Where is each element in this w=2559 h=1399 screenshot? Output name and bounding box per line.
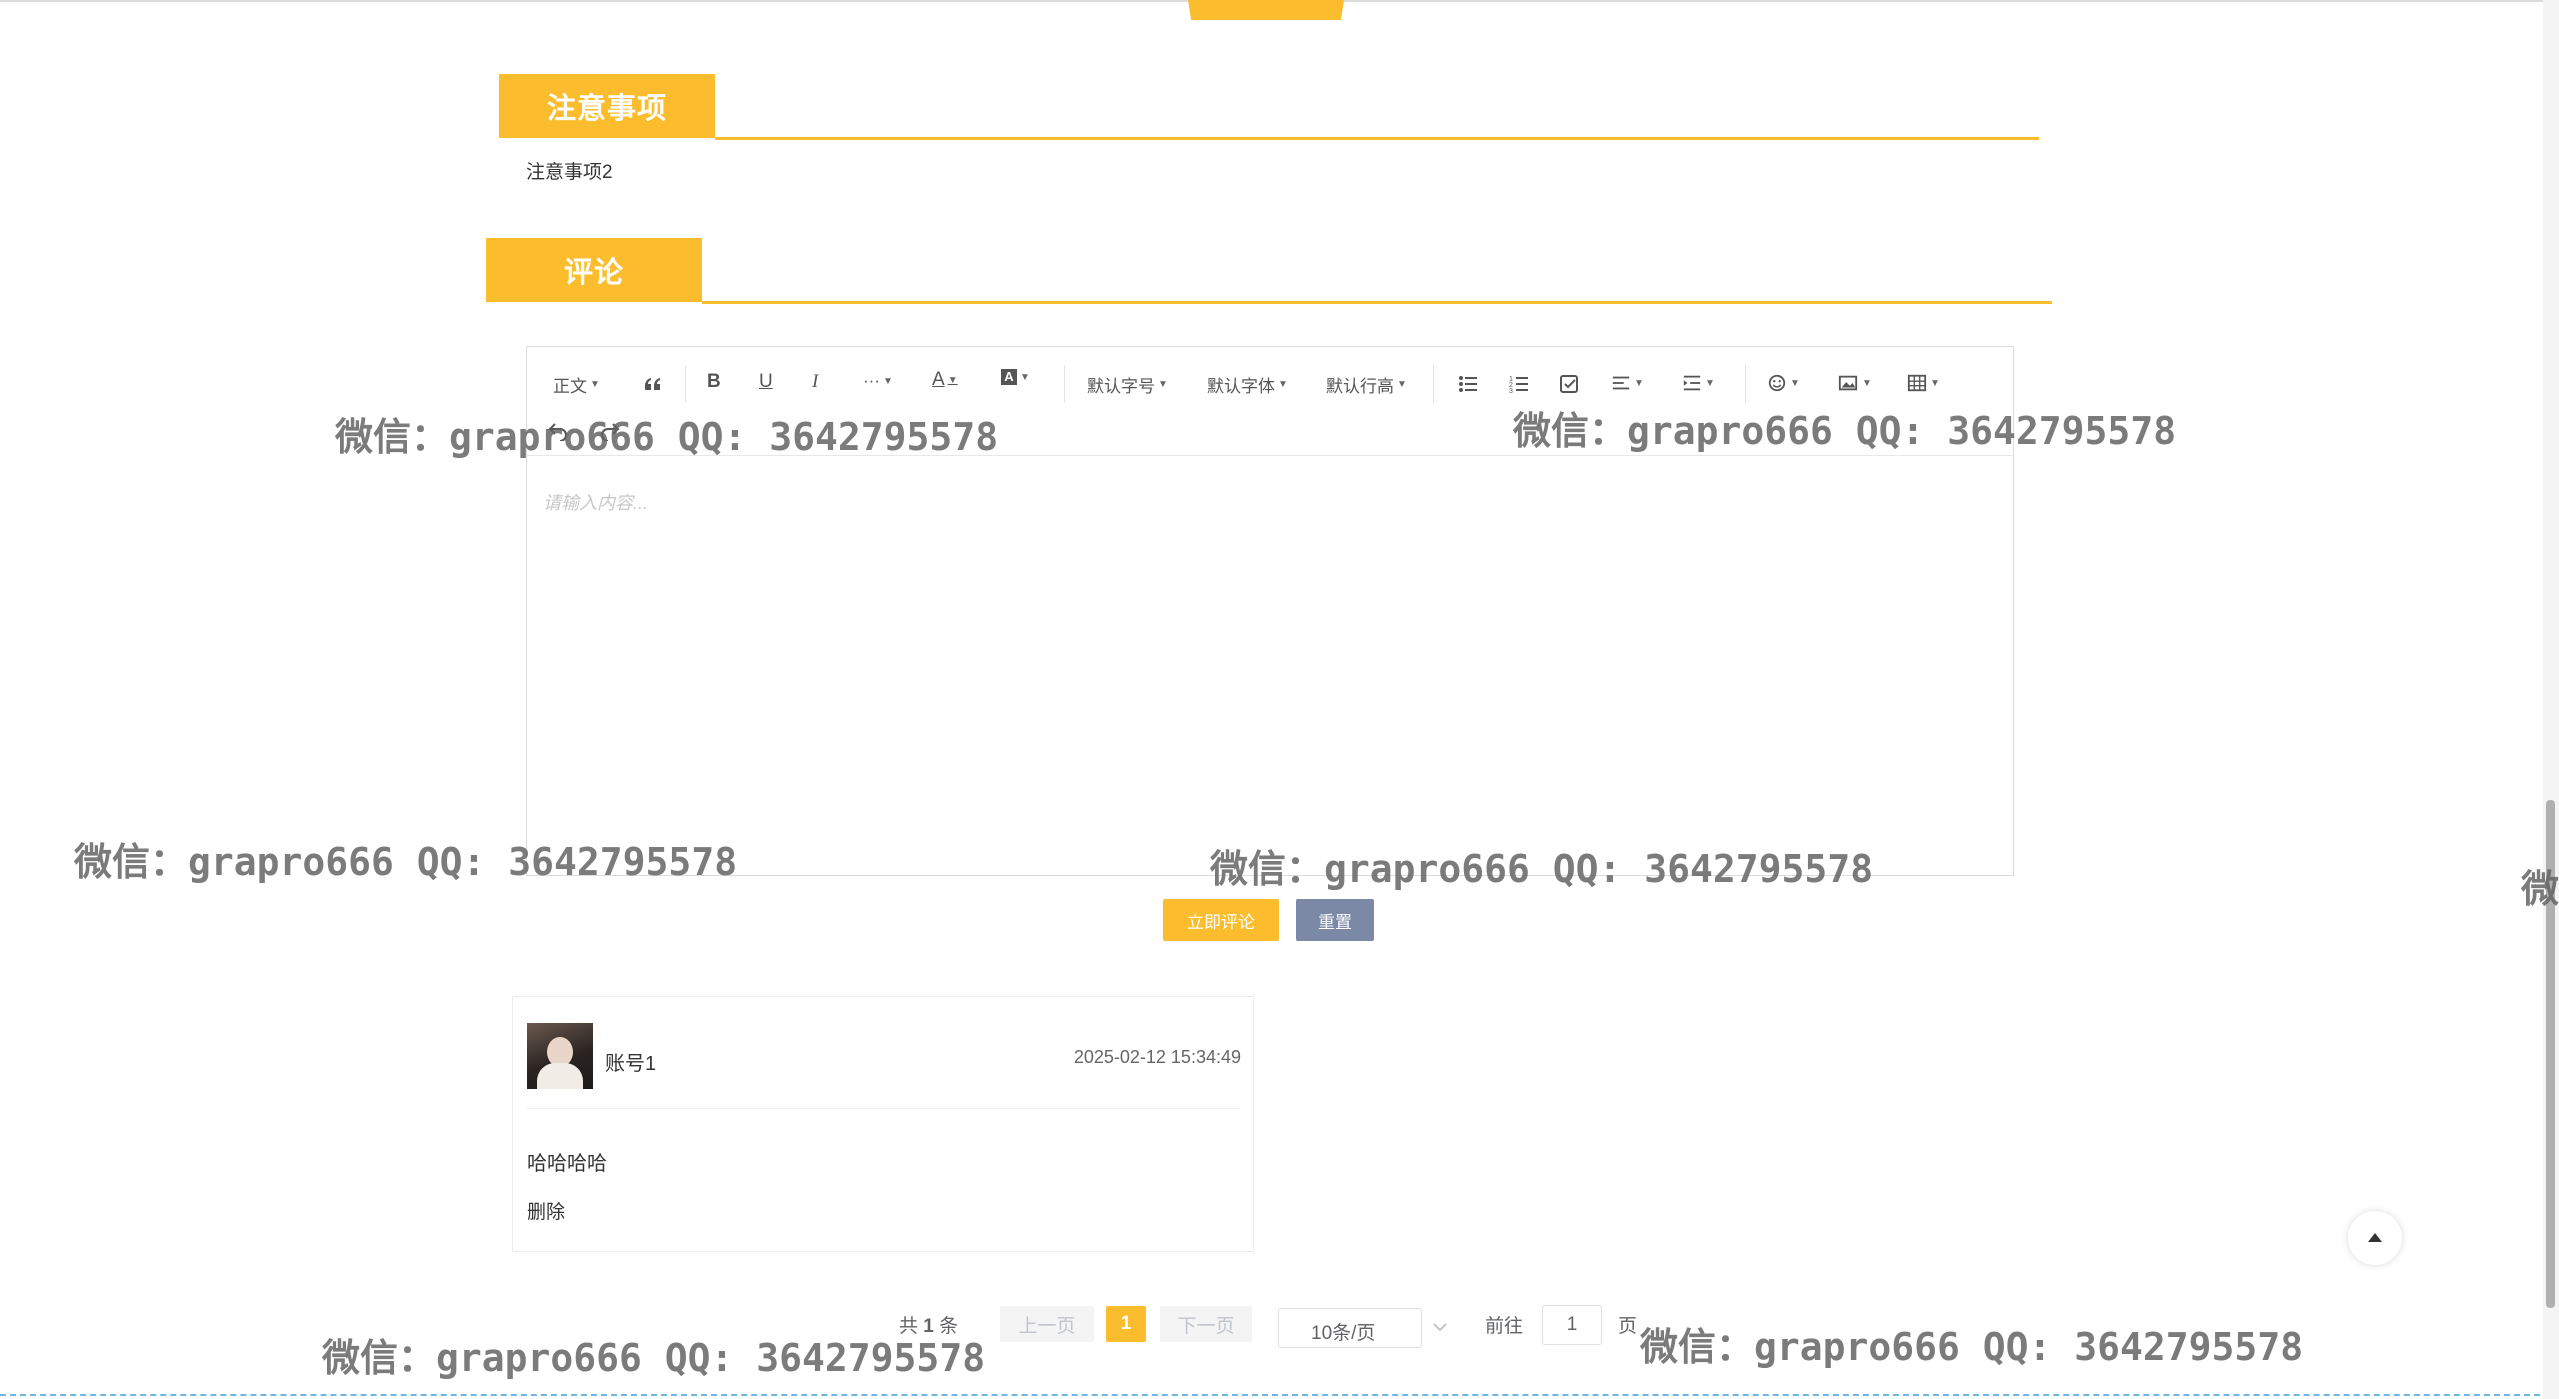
todo-icon[interactable]	[1559, 373, 1581, 395]
comment-divider	[702, 301, 2052, 304]
submit-comment-button[interactable]: 立即评论	[1163, 899, 1279, 941]
current-page-button[interactable]: 1	[1106, 1306, 1146, 1342]
page-size-value: 10条/页	[1311, 1323, 1376, 1344]
page-size-select[interactable]: 10条/页	[1278, 1308, 1422, 1348]
watermark: 微信：grapro666 QQ: 3642795578	[74, 840, 738, 884]
back-to-top-button[interactable]	[2348, 1211, 2402, 1265]
toolbar-separator	[1745, 365, 1746, 403]
comment-section-title: 评论	[486, 238, 702, 302]
notice-divider	[715, 137, 2039, 140]
image-icon	[1838, 375, 1858, 391]
font-size-dropdown[interactable]: 默认字号 ▼	[1087, 372, 1168, 397]
bullet-list-icon[interactable]	[1457, 373, 1479, 395]
emoji-dropdown[interactable]: ▼	[1767, 373, 1800, 393]
comment-time: 2025-02-12 15:34:49	[1073, 1047, 1241, 1067]
goto-label: 前往	[1485, 1316, 1524, 1337]
editor-placeholder[interactable]: 请输入内容...	[543, 489, 648, 515]
delete-comment-link[interactable]: 删除	[527, 1197, 565, 1224]
watermark: 微	[2521, 867, 2559, 911]
notice-title-text: 注意事项	[546, 93, 667, 125]
paragraph-label: 正文	[553, 377, 587, 396]
bottom-dashed-border	[0, 1394, 2540, 1396]
comment-title-text: 评论	[563, 257, 624, 289]
toolbar-separator	[1064, 365, 1065, 403]
paragraph-dropdown[interactable]: 正文 ▼	[553, 372, 600, 397]
comment-divider-line	[527, 1108, 1239, 1109]
background-color-icon[interactable]: A ▼	[1001, 369, 1030, 385]
toolbar-separator	[685, 365, 686, 403]
line-height-label: 默认行高	[1326, 377, 1394, 396]
prev-page-button[interactable]: 上一页	[1000, 1306, 1094, 1342]
watermark: 微信：grapro666 QQ: 3642795578	[1210, 847, 1874, 891]
watermark: 微信：grapro666 QQ: 3642795578	[1513, 409, 2177, 453]
watermark: 微信：grapro666 QQ: 3642795578	[322, 1336, 986, 1380]
numbered-list-icon[interactable]: 123	[1508, 373, 1530, 395]
goto-page-input[interactable]: 1	[1542, 1305, 1602, 1345]
bold-icon[interactable]: B	[707, 371, 721, 393]
watermark: 微信：grapro666 QQ: 3642795578	[1640, 1325, 2304, 1369]
font-size-label: 默认字号	[1087, 377, 1155, 396]
svg-text:3: 3	[1509, 388, 1513, 395]
indent-dropdown[interactable]: ▼	[1682, 373, 1715, 393]
align-icon	[1612, 376, 1630, 390]
image-dropdown[interactable]: ▼	[1837, 373, 1872, 393]
more-styles-label: ···	[863, 371, 880, 390]
more-styles-dropdown[interactable]: ··· ▼	[863, 371, 893, 391]
top-tab-indicator	[1188, 0, 1344, 20]
font-family-dropdown[interactable]: 默认字体 ▼	[1207, 372, 1288, 397]
comment-username: 账号1	[605, 1053, 657, 1075]
align-dropdown[interactable]: ▼	[1611, 373, 1644, 393]
comment-content: 哈哈哈哈	[527, 1153, 607, 1175]
watermark: 微信：grapro666 QQ: 3642795578	[335, 415, 999, 459]
toolbar-separator	[1433, 365, 1434, 403]
chevron-down-icon[interactable]	[1432, 1320, 1448, 1334]
reset-button[interactable]: 重置	[1296, 899, 1374, 941]
italic-icon[interactable]: I	[812, 371, 818, 393]
avatar	[527, 1023, 593, 1089]
back-to-top-icon	[2368, 1233, 2382, 1242]
table-dropdown[interactable]: ▼	[1907, 373, 1940, 393]
notice-section-title: 注意事项	[499, 74, 715, 138]
comment-card: 账号1 2025-02-12 15:34:49 哈哈哈哈 删除	[512, 996, 1254, 1252]
underline-icon[interactable]: U	[759, 371, 773, 393]
next-page-button[interactable]: 下一页	[1160, 1306, 1252, 1342]
emoji-icon	[1768, 374, 1786, 392]
table-icon	[1907, 374, 1927, 392]
quote-icon[interactable]	[642, 373, 664, 395]
font-family-label: 默认字体	[1207, 377, 1275, 396]
line-height-dropdown[interactable]: 默认行高 ▼	[1326, 372, 1407, 397]
page-suffix: 页	[1618, 1316, 1638, 1337]
font-color-icon[interactable]: A ▼	[932, 369, 958, 391]
notice-content: 注意事项2	[526, 162, 613, 183]
indent-icon	[1683, 375, 1701, 391]
